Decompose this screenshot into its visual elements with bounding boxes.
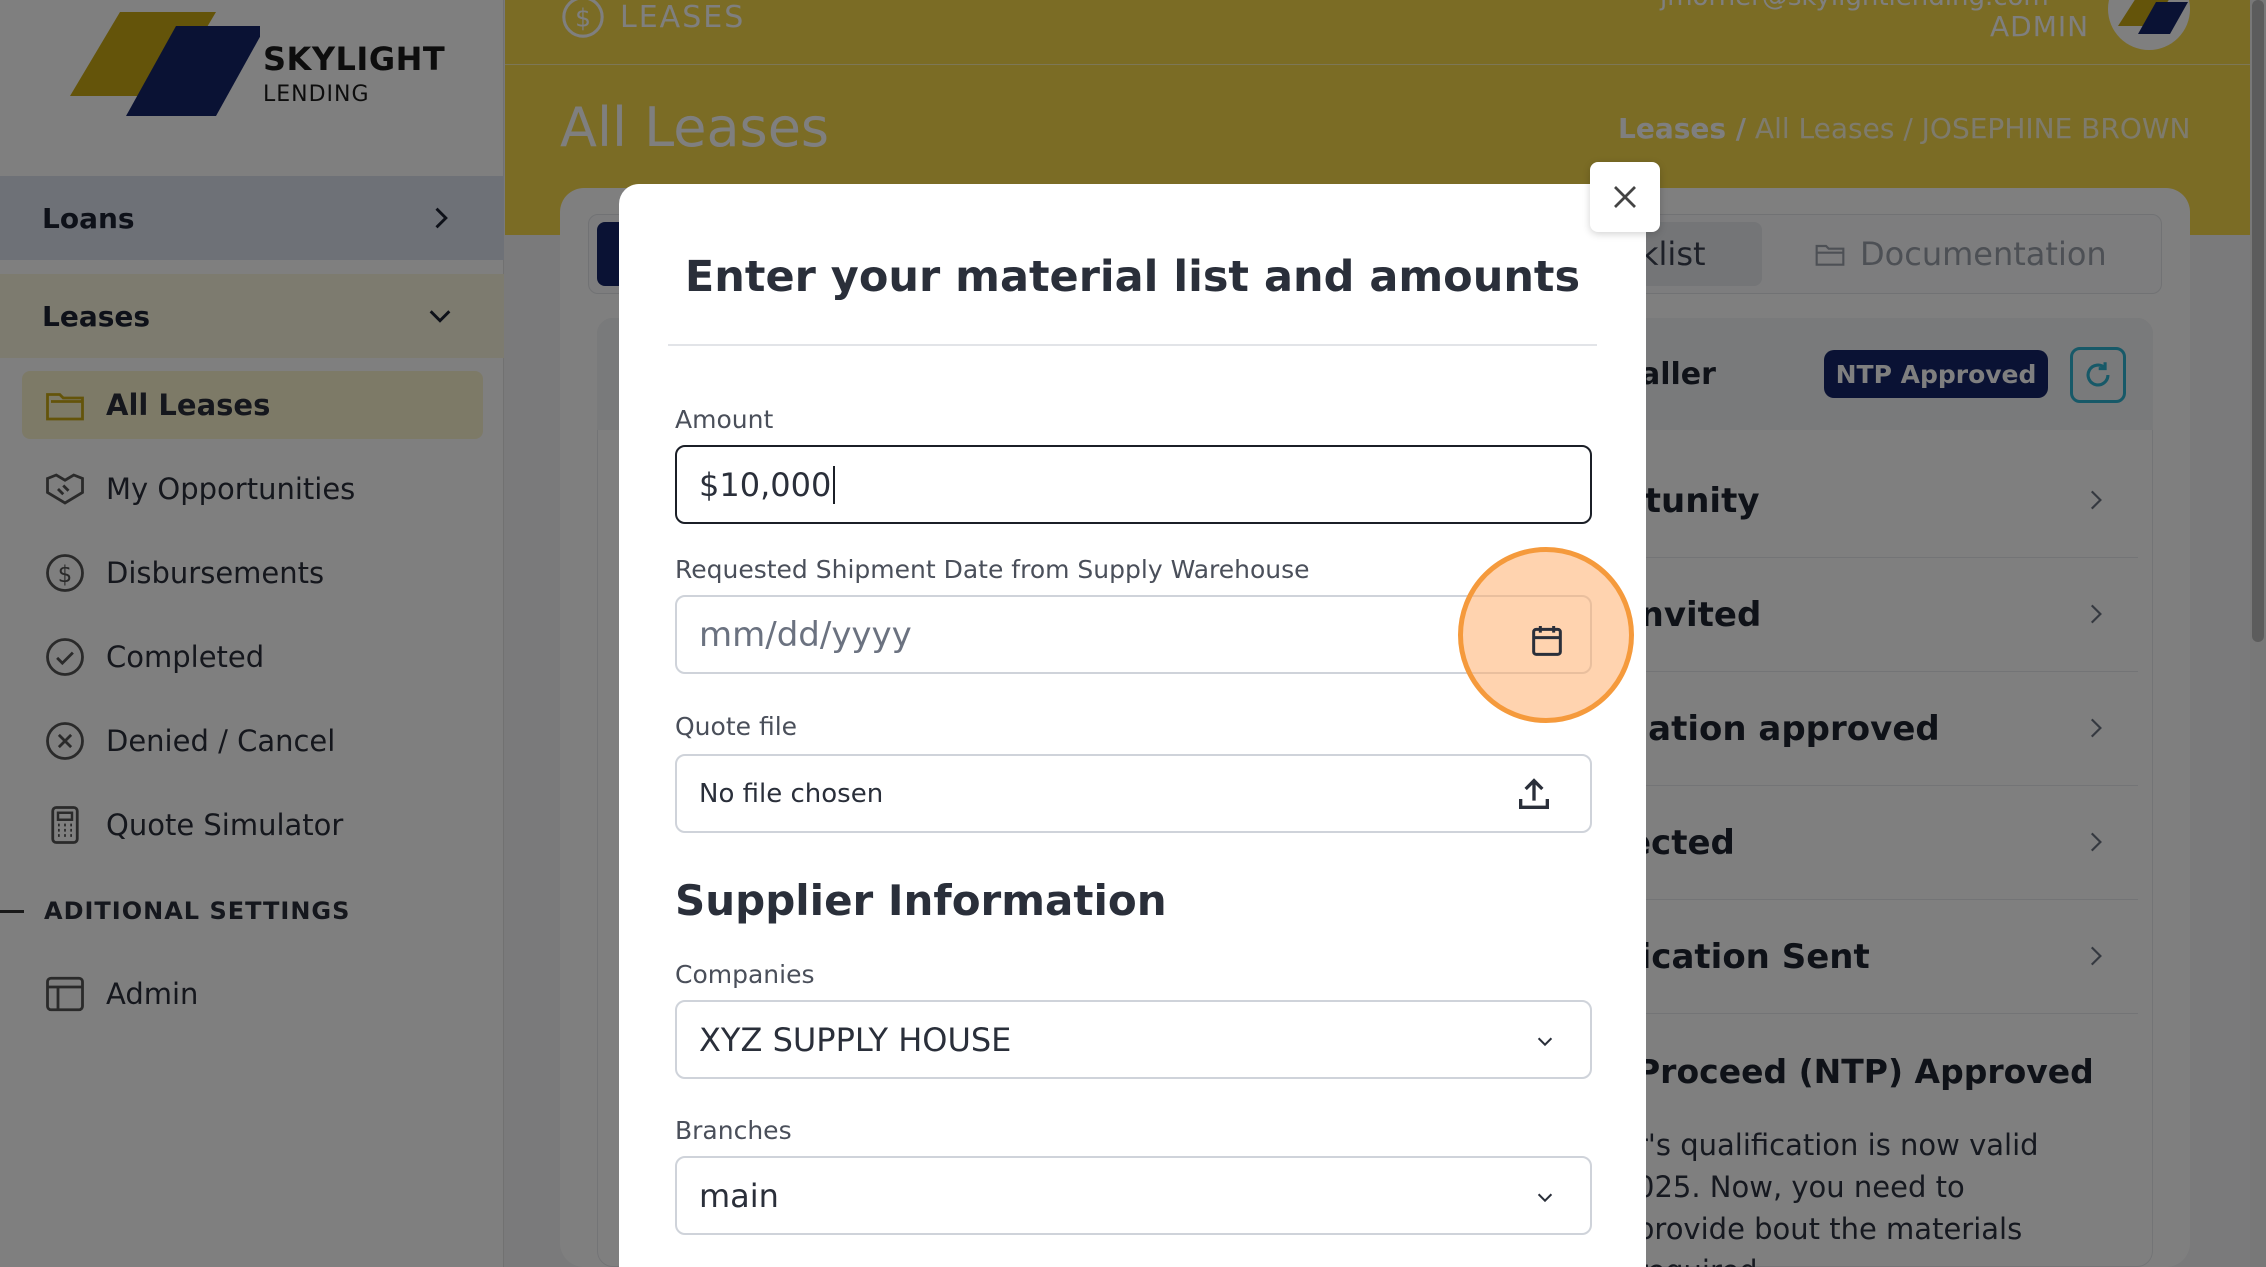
modal-divider <box>668 344 1597 346</box>
close-button[interactable] <box>1590 162 1660 232</box>
text-cursor <box>833 465 836 504</box>
date-placeholder: mm/dd/yyyy <box>699 614 912 655</box>
branches-select[interactable]: main <box>675 1156 1592 1235</box>
quote-file-input[interactable]: No file chosen <box>675 754 1592 833</box>
companies-select[interactable]: XYZ SUPPLY HOUSE <box>675 1000 1592 1079</box>
amount-input[interactable]: $10,000 <box>675 445 1592 524</box>
companies-value: XYZ SUPPLY HOUSE <box>699 1020 1012 1059</box>
supplier-section-title: Supplier Information <box>675 876 1167 925</box>
shipment-date-label: Requested Shipment Date from Supply Ware… <box>675 555 1310 584</box>
branches-value: main <box>699 1176 779 1215</box>
modal-title: Enter your material list and amounts <box>684 252 1581 302</box>
quote-file-value: No file chosen <box>699 778 884 809</box>
calendar-icon[interactable] <box>1527 621 1567 661</box>
branches-label: Branches <box>675 1116 792 1145</box>
quote-file-label: Quote file <box>675 712 798 741</box>
chevron-down-icon <box>1537 1193 1553 1203</box>
chevron-down-icon <box>1537 1037 1553 1047</box>
amount-label: Amount <box>675 405 774 434</box>
companies-label: Companies <box>675 960 815 989</box>
amount-value: $10,000 <box>699 465 832 504</box>
shipment-date-input[interactable]: mm/dd/yyyy <box>675 595 1592 674</box>
upload-icon[interactable] <box>1514 774 1554 814</box>
close-icon <box>1614 186 1636 208</box>
